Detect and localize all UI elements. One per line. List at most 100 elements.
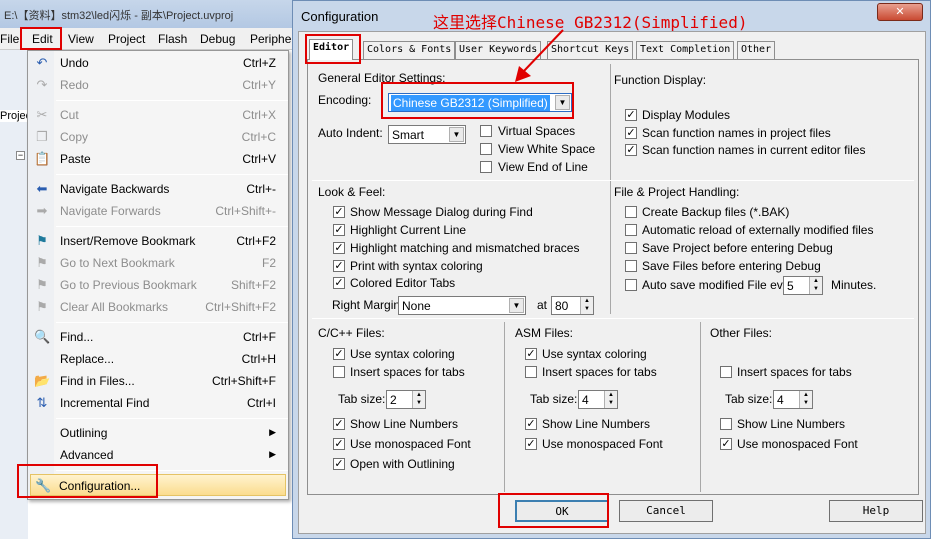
auto-indent-select[interactable]: Smart ▼ xyxy=(388,125,466,144)
file-project-heading: File & Project Handling: xyxy=(614,185,740,199)
menu-item-redo[interactable]: ↷ Redo Ctrl+Y xyxy=(28,74,290,96)
spinner-arrows-icon[interactable]: ▲ ▼ xyxy=(412,391,425,408)
menu-item-find-in-files[interactable]: 📂 Find in Files... Ctrl+Shift+F xyxy=(28,370,290,392)
annotation-text: 这里选择Chinese GB2312(Simplified) xyxy=(433,13,748,32)
menu-view[interactable]: View xyxy=(68,32,94,46)
c-insert-spaces-checkbox[interactable] xyxy=(333,366,345,378)
arrow-left-icon: ⬅ xyxy=(36,181,48,196)
help-button[interactable]: Help xyxy=(829,500,923,522)
auto-indent-label: Auto Indent: xyxy=(318,126,383,140)
divider xyxy=(610,184,611,314)
display-modules-label: Display Modules xyxy=(642,108,731,122)
other-monospaced-label: Use monospaced Font xyxy=(737,437,858,451)
asm-line-numbers-checkbox[interactable]: ✓ xyxy=(525,418,537,430)
print-syntax-label: Print with syntax coloring xyxy=(350,259,483,273)
menu-item-incremental-find[interactable]: ⇅ Incremental Find Ctrl+I xyxy=(28,392,290,414)
virtual-spaces-checkbox[interactable] xyxy=(480,125,492,137)
c-line-numbers-checkbox[interactable]: ✓ xyxy=(333,418,345,430)
menu-item-insert-bookmark[interactable]: ⚑ Insert/Remove Bookmark Ctrl+F2 xyxy=(28,230,290,252)
divider xyxy=(504,322,505,492)
submenu-arrow-icon: ▶ xyxy=(269,427,276,437)
menu-item-next-bookmark[interactable]: ⚑ Go to Next Bookmark F2 xyxy=(28,252,290,274)
asm-syntax-label: Use syntax coloring xyxy=(542,347,647,361)
scan-project-files-checkbox[interactable]: ✓ xyxy=(625,127,637,139)
tab-text-completion[interactable]: Text Completion xyxy=(636,41,735,59)
asm-syntax-checkbox[interactable]: ✓ xyxy=(525,348,537,360)
scan-editor-files-checkbox[interactable]: ✓ xyxy=(625,144,637,156)
close-icon: ✕ xyxy=(895,5,905,18)
print-syntax-checkbox[interactable]: ✓ xyxy=(333,260,345,272)
other-files-heading: Other Files: xyxy=(710,326,773,340)
other-line-numbers-label: Show Line Numbers xyxy=(737,417,846,431)
right-margin-column-spinner[interactable]: 80 ▲ ▼ xyxy=(551,296,594,315)
menu-item-advanced[interactable]: Advanced ▶ xyxy=(28,444,290,466)
asm-monospaced-checkbox[interactable]: ✓ xyxy=(525,438,537,450)
auto-save-minutes-spinner[interactable]: 5 ▲ ▼ xyxy=(783,276,823,295)
menu-debug[interactable]: Debug xyxy=(200,32,235,46)
spinner-arrows-icon[interactable]: ▲ ▼ xyxy=(604,391,617,408)
other-insert-spaces-checkbox[interactable] xyxy=(720,366,732,378)
auto-reload-checkbox[interactable] xyxy=(625,224,637,236)
menu-item-navigate-forwards[interactable]: ➡ Navigate Forwards Ctrl+Shift+- xyxy=(28,200,290,222)
scissors-icon: ✂ xyxy=(36,107,48,122)
tab-editor[interactable]: Editor xyxy=(309,39,354,60)
create-backup-checkbox[interactable] xyxy=(625,206,637,218)
c-syntax-label: Use syntax coloring xyxy=(350,347,455,361)
highlight-current-line-label: Highlight Current Line xyxy=(350,223,467,237)
menu-item-navigate-backwards[interactable]: ⬅ Navigate Backwards Ctrl+- xyxy=(28,178,290,200)
asm-tab-size-label: Tab size: xyxy=(530,392,578,406)
next-bookmark-icon: ⚑ xyxy=(36,255,48,270)
c-syntax-checkbox[interactable]: ✓ xyxy=(333,348,345,360)
highlight-braces-checkbox[interactable]: ✓ xyxy=(333,242,345,254)
right-margin-label: Right Margin: xyxy=(332,298,404,312)
cancel-button[interactable]: Cancel xyxy=(619,500,713,522)
divider xyxy=(312,180,914,181)
show-message-dialog-checkbox[interactable]: ✓ xyxy=(333,206,345,218)
menu-item-find[interactable]: 🔍 Find... Ctrl+F xyxy=(28,326,290,348)
menu-file[interactable]: File xyxy=(0,32,19,46)
spinner-arrows-icon[interactable]: ▲ ▼ xyxy=(799,391,812,408)
c-tab-size-spinner[interactable]: 2 ▲ ▼ xyxy=(386,390,426,409)
menu-separator xyxy=(56,418,288,419)
arrow-right-icon: ➡ xyxy=(36,203,48,218)
right-margin-select[interactable]: None ▼ xyxy=(398,296,526,315)
ide-title: E:\【资料】stm32\led闪烁 - 副本\Project.uvproj xyxy=(4,10,234,22)
menu-project[interactable]: Project xyxy=(108,32,145,46)
save-files-debug-checkbox[interactable] xyxy=(625,260,637,272)
c-monospaced-checkbox[interactable]: ✓ xyxy=(333,438,345,450)
display-modules-checkbox[interactable]: ✓ xyxy=(625,109,637,121)
other-monospaced-checkbox[interactable]: ✓ xyxy=(720,438,732,450)
asm-insert-spaces-checkbox[interactable] xyxy=(525,366,537,378)
create-backup-label: Create Backup files (*.BAK) xyxy=(642,205,790,219)
spinner-arrows-icon[interactable]: ▲ ▼ xyxy=(580,297,593,314)
view-white-space-checkbox[interactable] xyxy=(480,143,492,155)
menu-item-outlining[interactable]: Outlining ▶ xyxy=(28,422,290,444)
spinner-arrows-icon[interactable]: ▲ ▼ xyxy=(809,277,822,294)
scan-project-files-label: Scan function names in project files xyxy=(642,126,831,140)
asm-files-heading: ASM Files: xyxy=(515,326,574,340)
menu-item-paste[interactable]: 📋 Paste Ctrl+V xyxy=(28,148,290,170)
menu-peripherals[interactable]: Periphe xyxy=(250,32,291,46)
menu-item-undo[interactable]: ↶ Undo Ctrl+Z xyxy=(28,52,290,74)
menu-flash[interactable]: Flash xyxy=(158,32,187,46)
menu-item-replace[interactable]: Replace... Ctrl+H xyxy=(28,348,290,370)
incremental-find-icon: ⇅ xyxy=(36,395,48,410)
c-outlining-checkbox[interactable]: ✓ xyxy=(333,458,345,470)
auto-save-checkbox[interactable] xyxy=(625,279,637,291)
menu-item-prev-bookmark[interactable]: ⚑ Go to Previous Bookmark Shift+F2 xyxy=(28,274,290,296)
view-white-space-label: View White Space xyxy=(498,142,596,156)
close-button[interactable]: ✕ xyxy=(877,3,923,21)
highlight-current-line-checkbox[interactable]: ✓ xyxy=(333,224,345,236)
view-end-of-line-checkbox[interactable] xyxy=(480,161,492,173)
asm-tab-size-spinner[interactable]: 4 ▲ ▼ xyxy=(578,390,618,409)
other-line-numbers-checkbox[interactable] xyxy=(720,418,732,430)
menu-item-clear-bookmarks[interactable]: ⚑ Clear All Bookmarks Ctrl+Shift+F2 xyxy=(28,296,290,318)
divider xyxy=(700,322,701,492)
other-tab-size-spinner[interactable]: 4 ▲ ▼ xyxy=(773,390,813,409)
menu-item-copy[interactable]: ❐ Copy Ctrl+C xyxy=(28,126,290,148)
menu-item-cut[interactable]: ✂ Cut Ctrl+X xyxy=(28,104,290,126)
tab-colors-fonts[interactable]: Colors & Fonts xyxy=(363,41,456,59)
tab-other[interactable]: Other xyxy=(737,41,776,59)
colored-tabs-checkbox[interactable]: ✓ xyxy=(333,277,345,289)
save-project-debug-checkbox[interactable] xyxy=(625,242,637,254)
